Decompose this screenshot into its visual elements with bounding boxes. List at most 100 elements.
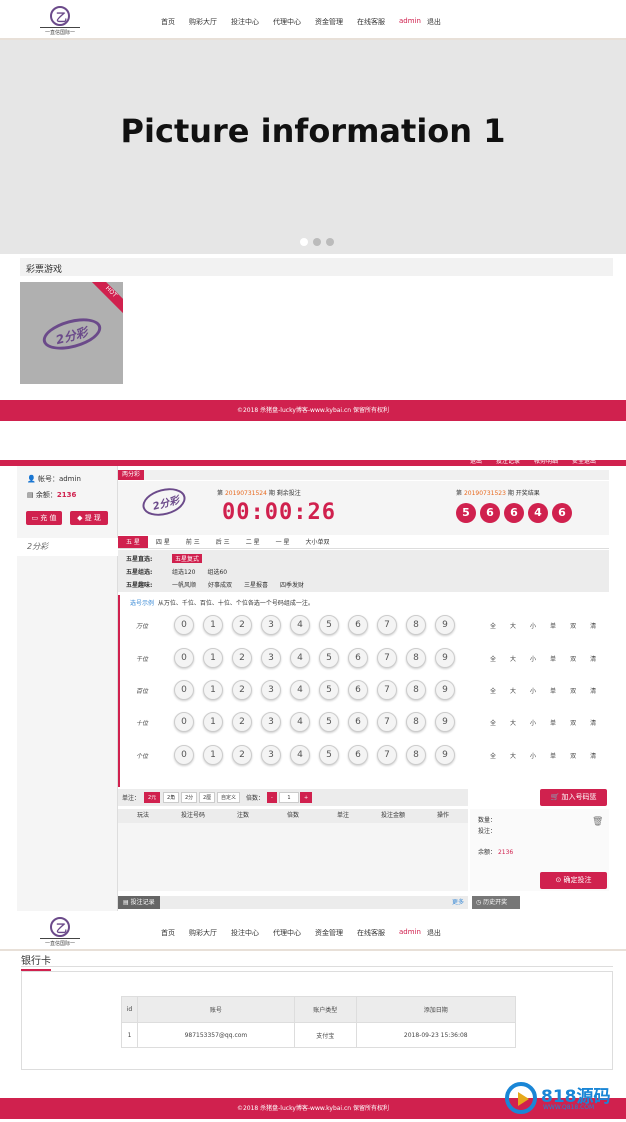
quick-select-button[interactable]: 全 [490, 751, 496, 760]
digit-ball[interactable]: 2 [232, 648, 252, 668]
unit-li[interactable]: 2厘 [199, 792, 216, 803]
digit-ball[interactable]: 6 [348, 680, 368, 700]
tab-back-three[interactable]: 后 三 [208, 536, 238, 548]
digit-ball[interactable]: 1 [203, 615, 223, 635]
digit-ball[interactable]: 0 [174, 615, 194, 635]
digit-ball[interactable]: 2 [232, 745, 252, 765]
tab-five-star[interactable]: 五 星 [118, 536, 148, 548]
digit-ball[interactable]: 7 [377, 648, 397, 668]
quick-select-button[interactable]: 全 [490, 686, 496, 695]
digit-ball[interactable]: 4 [290, 648, 310, 668]
digit-ball[interactable]: 0 [174, 680, 194, 700]
nav-bet-center[interactable]: 投注中心 [231, 928, 259, 938]
digit-ball[interactable]: 4 [290, 680, 310, 700]
quick-select-button[interactable]: 大 [510, 654, 516, 663]
withdraw-button[interactable]: ◆ 提 现 [70, 511, 108, 525]
digit-ball[interactable]: 2 [232, 615, 252, 635]
digit-ball[interactable]: 5 [319, 680, 339, 700]
nav-bet-center[interactable]: 投注中心 [231, 17, 259, 27]
nav-logout[interactable]: 退出 [427, 17, 441, 27]
confirm-bet-button[interactable]: ⊙ 确定投注 [540, 872, 607, 889]
tab-front-three[interactable]: 前 三 [178, 536, 208, 548]
top-link-records[interactable]: 投注记录 [496, 456, 520, 465]
hint-link[interactable]: 选号示例 [130, 600, 154, 607]
quick-select-button[interactable]: 全 [490, 718, 496, 727]
digit-ball[interactable]: 2 [232, 680, 252, 700]
quick-select-button[interactable]: 大 [510, 686, 516, 695]
opt-group-120[interactable]: 组选120 [172, 567, 195, 576]
quick-select-button[interactable]: 清 [590, 718, 596, 727]
nav-funds[interactable]: 资金管理 [315, 928, 343, 938]
digit-ball[interactable]: 9 [435, 648, 455, 668]
brand-logo-2[interactable]: 乙 一直信国际一 [40, 917, 80, 947]
digit-ball[interactable]: 6 [348, 745, 368, 765]
opt-five-star-multi[interactable]: 五星复式 [172, 554, 203, 563]
digit-ball[interactable]: 9 [435, 680, 455, 700]
digit-ball[interactable]: 8 [406, 712, 426, 732]
digit-ball[interactable]: 5 [319, 712, 339, 732]
digit-ball[interactable]: 3 [261, 712, 281, 732]
digit-ball[interactable]: 5 [319, 745, 339, 765]
nav-lottery-hall[interactable]: 购彩大厅 [189, 928, 217, 938]
quick-select-button[interactable]: 清 [590, 686, 596, 695]
quick-select-button[interactable]: 小 [530, 751, 536, 760]
unit-custom[interactable]: 自定义 [217, 792, 241, 803]
banner-dot-3[interactable] [326, 238, 334, 246]
tab-one-star[interactable]: 一 星 [268, 536, 298, 548]
game-tab[interactable]: 两分彩 [118, 470, 145, 480]
unit-fen[interactable]: 2分 [181, 792, 198, 803]
digit-ball[interactable]: 7 [377, 615, 397, 635]
add-basket-button[interactable]: 🛒 加入号码篮 [540, 789, 607, 806]
nav-support[interactable]: 在线客服 [357, 928, 385, 938]
digit-ball[interactable]: 1 [203, 648, 223, 668]
digit-ball[interactable]: 4 [290, 745, 310, 765]
quick-select-button[interactable]: 全 [490, 654, 496, 663]
digit-ball[interactable]: 2 [232, 712, 252, 732]
opt-fun-1[interactable]: 一帆风顺 [172, 580, 196, 589]
digit-ball[interactable]: 1 [203, 745, 223, 765]
quick-select-button[interactable]: 全 [490, 621, 496, 630]
quick-select-button[interactable]: 单 [550, 621, 556, 630]
digit-ball[interactable]: 7 [377, 680, 397, 700]
digit-ball[interactable]: 7 [377, 712, 397, 732]
nav-agent-center[interactable]: 代理中心 [273, 928, 301, 938]
opt-group-60[interactable]: 组选60 [207, 567, 227, 576]
tab-big-small[interactable]: 大小单双 [298, 536, 338, 548]
trash-icon[interactable]: 🗑 [592, 817, 603, 827]
digit-ball[interactable]: 0 [174, 745, 194, 765]
digit-ball[interactable]: 9 [435, 745, 455, 765]
records-button[interactable]: ▤ 投注记录 [118, 896, 160, 909]
nav-home[interactable]: 首页 [161, 17, 175, 27]
more-link[interactable]: 更多 [452, 896, 464, 909]
digit-ball[interactable]: 8 [406, 648, 426, 668]
quick-select-button[interactable]: 单 [550, 751, 556, 760]
digit-ball[interactable]: 3 [261, 648, 281, 668]
quick-select-button[interactable]: 大 [510, 621, 516, 630]
quick-select-button[interactable]: 清 [590, 621, 596, 630]
nav-funds[interactable]: 资金管理 [315, 17, 343, 27]
digit-ball[interactable]: 6 [348, 648, 368, 668]
nav-support[interactable]: 在线客服 [357, 17, 385, 27]
digit-ball[interactable]: 3 [261, 745, 281, 765]
nav-agent-center[interactable]: 代理中心 [273, 17, 301, 27]
nav-home[interactable]: 首页 [161, 928, 175, 938]
banner-dot-1[interactable] [300, 238, 308, 246]
tab-four-star[interactable]: 四 星 [148, 536, 178, 548]
tab-two-star[interactable]: 二 星 [238, 536, 268, 548]
quick-select-button[interactable]: 清 [590, 751, 596, 760]
digit-ball[interactable]: 0 [174, 648, 194, 668]
quick-select-button[interactable]: 双 [570, 621, 576, 630]
quick-select-button[interactable]: 小 [530, 718, 536, 727]
digit-ball[interactable]: 4 [290, 712, 310, 732]
recharge-button[interactable]: ▭ 充 值 [26, 511, 62, 525]
digit-ball[interactable]: 5 [319, 648, 339, 668]
quick-select-button[interactable]: 单 [550, 718, 556, 727]
quick-select-button[interactable]: 小 [530, 654, 536, 663]
digit-ball[interactable]: 6 [348, 615, 368, 635]
quick-select-button[interactable]: 小 [530, 621, 536, 630]
top-link-exit[interactable]: 退出 [470, 456, 482, 465]
quick-select-button[interactable]: 单 [550, 686, 556, 695]
digit-ball[interactable]: 1 [203, 712, 223, 732]
digit-ball[interactable]: 9 [435, 615, 455, 635]
unit-jiao[interactable]: 2角 [163, 792, 180, 803]
